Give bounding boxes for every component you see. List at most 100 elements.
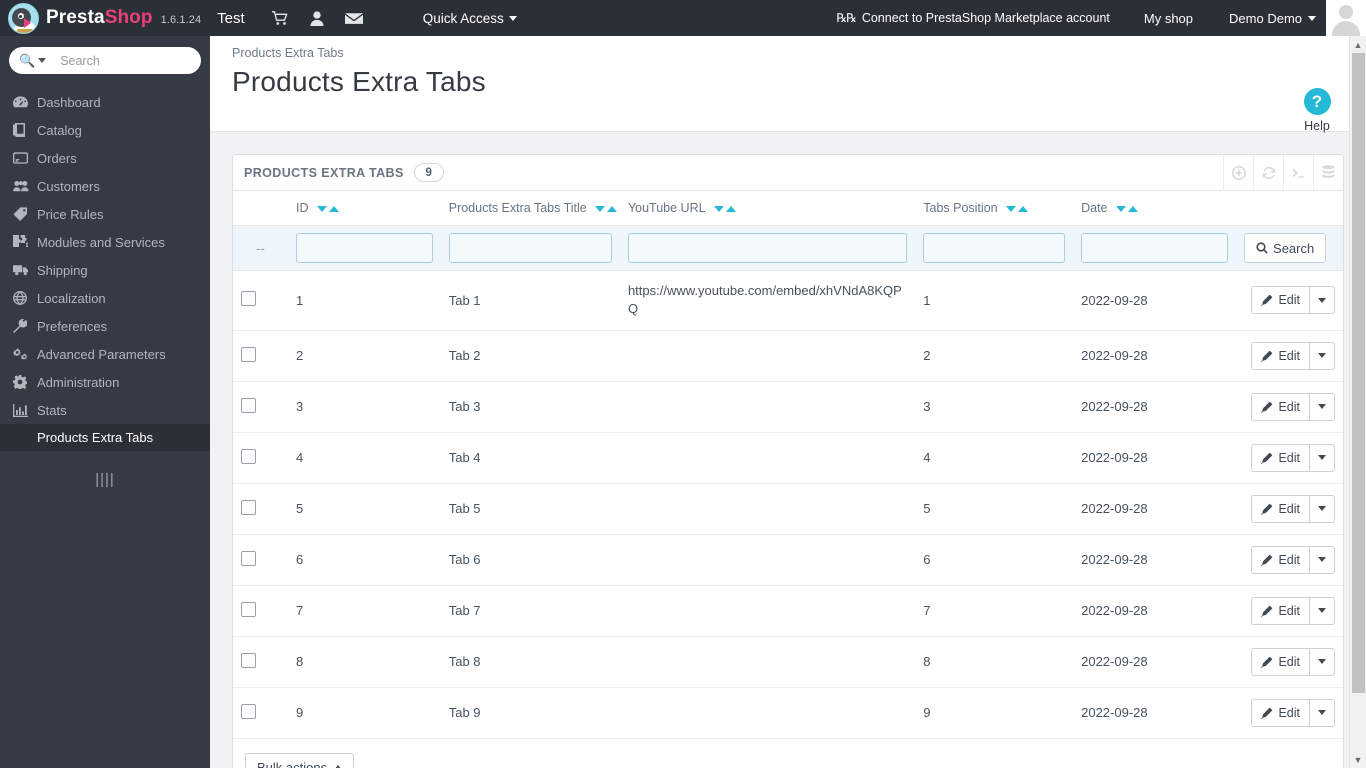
sort-asc-icon[interactable] [1018, 205, 1029, 212]
row-checkbox[interactable] [241, 346, 256, 362]
row-checkbox[interactable] [241, 652, 256, 668]
sidebar-item-customers[interactable]: Customers [0, 172, 210, 200]
prestashop-logo-icon [7, 2, 39, 34]
search-button[interactable]: Search [1244, 233, 1327, 263]
page-scrollbar[interactable]: ▲ ▼ [1349, 36, 1366, 768]
row-checkbox[interactable] [241, 499, 256, 515]
row-cell-actions: Edit [1236, 534, 1343, 586]
table-row[interactable]: 9 Tab 9 9 2022-09-28 Edit [233, 687, 1343, 739]
sidebar-item-price-rules[interactable]: Price Rules [0, 200, 210, 228]
row-cell-url [619, 687, 916, 739]
sort-desc-icon[interactable] [595, 205, 606, 212]
marketplace-connect-link[interactable]: ℞℞ Connect to PrestaShop Marketplace acc… [822, 11, 1124, 25]
edit-dropdown-toggle[interactable] [1309, 647, 1335, 676]
console-icon[interactable] [1283, 154, 1313, 191]
table-row[interactable]: 5 Tab 5 5 2022-09-28 Edit [233, 483, 1343, 535]
sort-asc-icon[interactable] [725, 205, 736, 212]
table-row[interactable]: 7 Tab 7 7 2022-09-28 Edit [233, 585, 1343, 637]
sort-asc-icon[interactable] [328, 205, 339, 212]
row-cell-position: 4 [915, 432, 1074, 484]
row-checkbox[interactable] [241, 397, 256, 413]
edit-button[interactable]: Edit [1251, 494, 1309, 523]
row-cell-title: Tab 1 [440, 270, 620, 331]
edit-dropdown-toggle[interactable] [1309, 596, 1335, 625]
table-row[interactable]: 2 Tab 2 2 2022-09-28 Edit [233, 330, 1343, 382]
scrollbar-track[interactable] [1350, 53, 1366, 751]
edit-button[interactable]: Edit [1251, 545, 1309, 574]
scroll-up-icon[interactable]: ▲ [1350, 36, 1366, 53]
sidebar-item-shipping[interactable]: Shipping [0, 256, 210, 284]
customer-icon[interactable] [300, 0, 334, 36]
sidebar-nav: 🔍 Dashboard Catalog Orders [0, 36, 210, 768]
table-row[interactable]: 3 Tab 3 3 2022-09-28 Edit [233, 381, 1343, 433]
row-checkbox[interactable] [241, 601, 256, 617]
brand-name[interactable]: Presta Shop 1.6.1.24 [46, 7, 201, 29]
employee-menu[interactable]: Demo Demo [1213, 11, 1326, 26]
export-db-icon[interactable] [1313, 154, 1343, 191]
add-new-icon[interactable] [1223, 154, 1253, 191]
table-row[interactable]: 1 Tab 1 https://www.youtube.com/embed/xhVN… [233, 270, 1343, 331]
row-checkbox[interactable] [241, 448, 256, 464]
edit-dropdown-toggle[interactable] [1309, 443, 1335, 472]
sort-desc-icon[interactable] [1116, 205, 1126, 212]
edit-dropdown-toggle[interactable] [1309, 392, 1335, 421]
table-row[interactable]: 8 Tab 8 8 2022-09-28 Edit [233, 636, 1343, 688]
cart-icon[interactable] [263, 0, 297, 36]
row-checkbox[interactable] [241, 291, 256, 307]
filter-position-input[interactable] [923, 233, 1066, 263]
sidebar-item-stats[interactable]: Stats [0, 396, 210, 424]
help-button[interactable]: ? Help [1290, 88, 1344, 133]
mail-icon[interactable] [337, 0, 371, 36]
edit-button[interactable]: Edit [1251, 596, 1309, 625]
scroll-down-icon[interactable]: ▼ [1350, 751, 1366, 768]
sort-desc-icon[interactable] [713, 205, 724, 212]
row-checkbox[interactable] [241, 703, 256, 719]
edit-button-label: Edit [1278, 705, 1300, 720]
edit-dropdown-toggle[interactable] [1309, 698, 1335, 727]
edit-button[interactable]: Edit [1251, 698, 1309, 727]
edit-button[interactable]: Edit [1251, 647, 1309, 676]
sidebar-item-administration[interactable]: Administration [0, 368, 210, 396]
row-checkbox[interactable] [241, 550, 256, 566]
sort-asc-icon[interactable] [1128, 205, 1138, 212]
filter-id-input[interactable] [295, 233, 433, 263]
th-title: Products Extra Tabs Title [440, 191, 620, 226]
table-row[interactable]: 4 Tab 4 4 2022-09-28 Edit [233, 432, 1343, 484]
edit-dropdown-toggle[interactable] [1309, 341, 1335, 370]
row-cell-title: Tab 7 [440, 585, 620, 637]
sidebar-collapse-toggle[interactable]: |||| [0, 471, 210, 488]
edit-dropdown-toggle[interactable] [1309, 545, 1335, 574]
sidebar-item-localization[interactable]: Localization [0, 284, 210, 312]
filter-title-input[interactable] [448, 233, 612, 263]
chevron-down-icon[interactable] [38, 58, 47, 63]
sort-desc-icon[interactable] [1006, 205, 1017, 212]
edit-button[interactable]: Edit [1251, 286, 1309, 315]
edit-button[interactable]: Edit [1251, 392, 1309, 421]
refresh-icon[interactable] [1253, 154, 1283, 191]
edit-button[interactable]: Edit [1251, 341, 1309, 370]
sidebar-item-advanced-parameters[interactable]: Advanced Parameters [0, 340, 210, 368]
chevron-down-icon [1318, 506, 1326, 512]
sort-asc-icon[interactable] [607, 205, 618, 212]
sidebar-item-preferences[interactable]: Preferences [0, 312, 210, 340]
avatar[interactable] [1326, 0, 1366, 36]
table-row[interactable]: 6 Tab 6 6 2022-09-28 Edit [233, 534, 1343, 586]
search-input[interactable] [60, 53, 210, 68]
bulk-actions-button[interactable]: Bulk actions [245, 752, 355, 768]
edit-button[interactable]: Edit [1251, 443, 1309, 472]
sidebar-item-modules-and-services[interactable]: Modules and Services [0, 228, 210, 256]
filter-date-input[interactable] [1081, 233, 1229, 263]
edit-dropdown-toggle[interactable] [1309, 286, 1335, 315]
prestashop-logo-wrap[interactable] [0, 2, 46, 34]
sidebar-item-dashboard[interactable]: Dashboard [0, 88, 210, 116]
sort-desc-icon[interactable] [316, 205, 327, 212]
sidebar-item-products-extra-tabs[interactable]: Products Extra Tabs [0, 424, 210, 451]
my-shop-link[interactable]: My shop [1124, 11, 1213, 26]
sidebar-search-box[interactable]: 🔍 [9, 47, 210, 74]
filter-url-input[interactable] [627, 233, 908, 263]
edit-dropdown-toggle[interactable] [1309, 494, 1335, 523]
sidebar-item-orders[interactable]: Orders [0, 144, 210, 172]
scrollbar-thumb[interactable] [1351, 53, 1365, 693]
quick-access-menu[interactable]: Quick Access [415, 0, 525, 36]
sidebar-item-catalog[interactable]: Catalog [0, 116, 210, 144]
